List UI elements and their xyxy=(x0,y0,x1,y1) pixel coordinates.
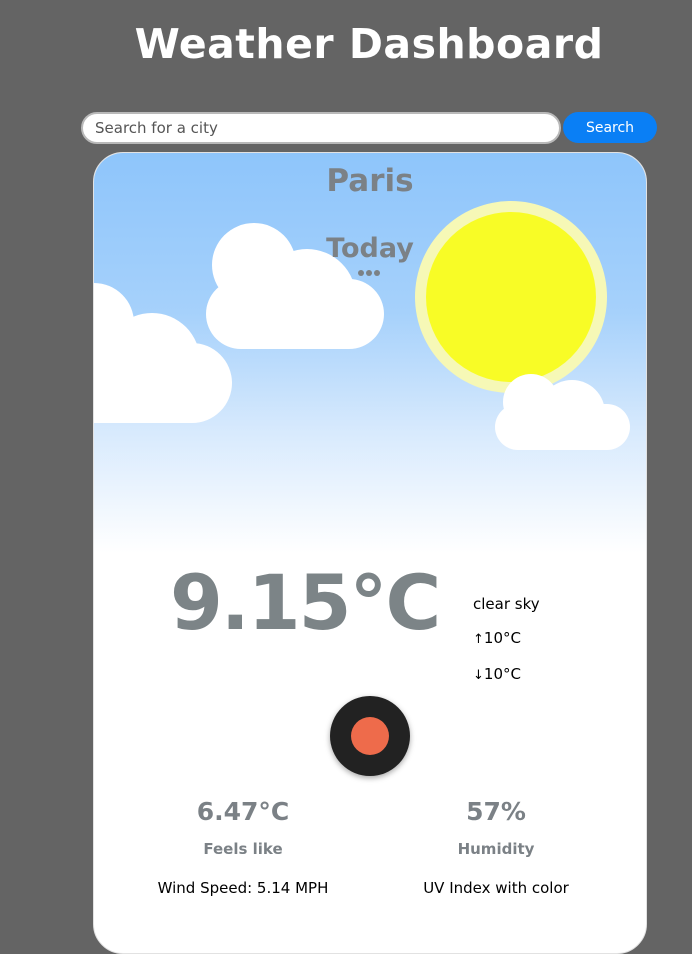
uv-index: UV Index with color xyxy=(423,879,569,897)
weather-card: Paris Today 9.15°C clear sky ↑10°C ↓10°C… xyxy=(93,152,647,954)
min-temperature-value: 10°C xyxy=(483,665,521,683)
record-dot-icon xyxy=(351,717,389,755)
feels-like-label: Feels like xyxy=(203,840,283,858)
arrow-up-icon: ↑ xyxy=(473,632,484,647)
page-title: Weather Dashboard xyxy=(134,20,604,68)
max-temperature: ↑10°C xyxy=(473,629,521,647)
humidity-value: 57% xyxy=(466,797,526,826)
max-temperature-value: 10°C xyxy=(483,629,521,647)
more-dots-icon xyxy=(358,261,388,276)
weather-description: clear sky xyxy=(473,595,540,613)
search-input[interactable] xyxy=(81,112,561,144)
record-button[interactable] xyxy=(330,696,410,776)
wind-speed: Wind Speed: 5.14 MPH xyxy=(157,879,329,897)
day-label: Today xyxy=(326,233,414,264)
humidity-label: Humidity xyxy=(457,840,535,858)
search-button[interactable]: Search xyxy=(563,112,657,143)
city-name: Paris xyxy=(326,163,414,199)
sky-scene xyxy=(94,153,646,553)
arrow-down-icon: ↓ xyxy=(473,668,484,683)
cloud-icon xyxy=(495,374,631,450)
feels-like-value: 6.47°C xyxy=(196,797,290,826)
current-temperature: 9.15°C xyxy=(170,558,441,647)
min-temperature: ↓10°C xyxy=(473,665,521,683)
cloud-icon xyxy=(94,283,234,423)
